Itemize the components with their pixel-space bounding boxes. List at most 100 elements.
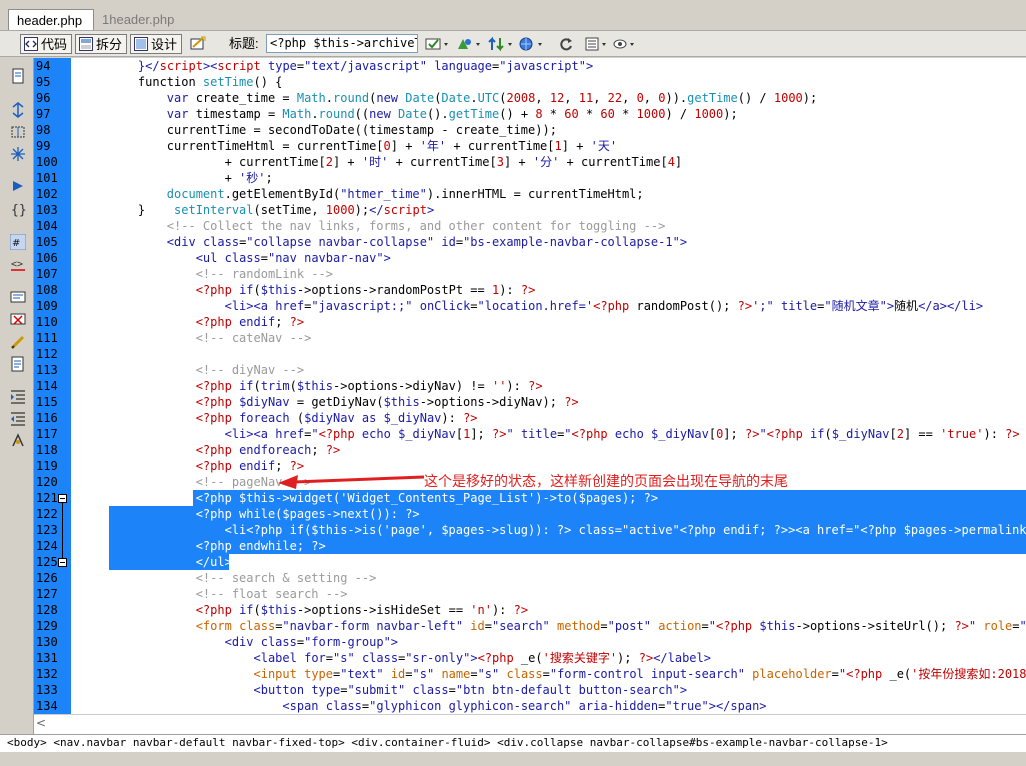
title-input[interactable]: <?php $this->archiveTitle [266, 34, 418, 53]
line-number: 129 [36, 619, 58, 633]
line-number: 134 [36, 699, 58, 713]
code-line: <li><a href="javascript:;" onClick="loca… [224, 299, 984, 313]
balance-braces-icon[interactable]: {} [10, 201, 26, 217]
live-view-icon[interactable] [189, 36, 207, 52]
file-transfer-icon[interactable] [488, 36, 516, 52]
line-number: 108 [36, 283, 58, 297]
preview-in-browser-icon[interactable] [518, 36, 546, 52]
expand-all-icon[interactable] [10, 146, 26, 162]
split-view-label: 拆分 [96, 37, 123, 52]
code-line: <!-- randomLink --> [195, 267, 333, 281]
code-line: <!-- float search --> [195, 587, 348, 601]
svg-text:{}: {} [11, 203, 26, 217]
code-line: var create_time = Math.round(new Date(Da… [166, 91, 818, 105]
line-number: 127 [36, 587, 58, 601]
line-number: 101 [36, 171, 58, 185]
code-line: <div class="form-group"> [224, 635, 399, 649]
code-line: <?php foreach ($diyNav as $_diyNav): ?> [195, 411, 478, 425]
code-line: + currentTime[2] + '时' + currentTime[3] … [109, 155, 683, 169]
split-view-button[interactable]: 拆分 [75, 34, 127, 54]
line-number: 95 [36, 75, 51, 89]
code-line: function setTime() { [109, 75, 283, 89]
tag-path[interactable]: <body> <nav.navbar navbar-default navbar… [7, 736, 888, 749]
line-number: 117 [36, 427, 58, 441]
code-line: <?php endforeach; ?> [195, 443, 341, 457]
tag-selector-bar[interactable]: <body> <nav.navbar navbar-default navbar… [0, 734, 1026, 752]
status-bar [0, 752, 1026, 766]
code-line-selected: <li<?php if($this->is('page', $pages->sl… [109, 523, 1026, 537]
line-number: 111 [36, 331, 58, 345]
collapse-selection-icon[interactable] [10, 124, 26, 140]
horizontal-scrollbar[interactable]: < [34, 714, 1026, 734]
view-options-icon[interactable] [584, 36, 610, 52]
refresh-icon[interactable] [557, 36, 575, 52]
scroll-left-icon[interactable]: < [36, 716, 46, 730]
code-line: var timestamp = Math.round((new Date().g… [166, 107, 738, 121]
line-number: 100 [36, 155, 58, 169]
line-number: 94 [36, 59, 51, 73]
code-line: document.getElementById("htmer_time").in… [166, 187, 644, 201]
code-view-label: 代码 [41, 37, 68, 52]
code-line: <?php if($this->options->randomPostPt ==… [195, 283, 536, 297]
validate-markup-icon[interactable] [424, 36, 452, 52]
format-source-code-icon[interactable] [10, 432, 26, 448]
line-number: 112 [36, 347, 58, 361]
fold-bracket-line [62, 503, 63, 563]
design-view-button[interactable]: 设计 [130, 34, 182, 54]
line-number: 130 [36, 635, 58, 649]
line-number: 126 [36, 571, 58, 585]
code-line: + '秒'; [109, 171, 273, 185]
remove-comment-icon[interactable] [10, 312, 26, 328]
line-number: 118 [36, 443, 58, 457]
code-line: <?php if($this->options->isHideSet == 'n… [195, 603, 529, 617]
document-toolbar: 代码 拆分 设计 标题: <?php $this->archiveTitle [0, 30, 1026, 57]
code-line-selected: <?php endwhile; ?> [109, 539, 326, 553]
line-numbers-icon[interactable]: # [10, 234, 26, 250]
line-number: 96 [36, 91, 51, 105]
fold-column [71, 58, 109, 714]
annotation-text: 这个是移好的状态，这样新创建的页面会出现在导航的末尾 [424, 474, 788, 490]
recent-snippets-icon[interactable] [10, 356, 26, 372]
visual-aids-icon[interactable] [612, 36, 638, 52]
open-documents-icon[interactable] [10, 68, 26, 84]
code-line: currentTimeHtml = currentTime[0] + '年' +… [109, 139, 618, 153]
fold-toggle-end[interactable] [58, 558, 67, 567]
line-number: 113 [36, 363, 58, 377]
line-number: 104 [36, 219, 58, 233]
fold-toggle-start[interactable] [58, 494, 67, 503]
code-editor[interactable]: 94 95 96 97 98 99 100 101 102 103 104 10… [34, 58, 1026, 714]
highlight-invalid-code-icon[interactable]: <> [10, 256, 26, 272]
code-text-area[interactable]: }</script><script type="text/javascript"… [109, 58, 1026, 714]
design-view-icon [134, 37, 148, 51]
code-line: <label for="s" class="sr-only"><?php _e(… [253, 651, 711, 665]
split-view-icon [79, 37, 93, 51]
collapse-full-tag-icon[interactable] [10, 102, 26, 118]
wrap-tag-icon[interactable] [10, 334, 26, 350]
apply-comment-icon[interactable] [10, 290, 26, 306]
indent-code-icon[interactable] [10, 388, 26, 404]
code-line: <div class="collapse navbar-collapse" id… [166, 235, 688, 249]
coding-toolbar: {} # <> [0, 58, 34, 734]
svg-text:#: # [12, 238, 20, 249]
line-number: 106 [36, 251, 58, 265]
code-line-selected: <?php $this->widget('Widget_Contents_Pag… [109, 491, 659, 505]
check-browser-compat-icon[interactable] [456, 36, 484, 52]
code-line: } setInterval(setTime, 1000);</script> [109, 203, 435, 217]
line-number: 128 [36, 603, 58, 617]
code-line: <!-- Collect the nav links, forms, and o… [166, 219, 666, 233]
line-number: 131 [36, 651, 58, 665]
line-number: 103 [36, 203, 58, 217]
svg-text:<>: <> [11, 259, 23, 270]
select-parent-tag-icon[interactable] [10, 178, 26, 194]
code-line: <?php if(trim($this->options->diyNav) !=… [195, 379, 543, 393]
tab-header-php[interactable]: header.php [8, 9, 94, 30]
design-view-label: 设计 [151, 37, 178, 52]
line-number: 122 [36, 507, 58, 521]
line-number: 98 [36, 123, 51, 137]
code-line: currentTime = secondToDate((timestamp - … [109, 123, 557, 137]
tab-1header-php[interactable]: 1header.php [94, 9, 182, 30]
code-line: <?php endif; ?> [195, 315, 305, 329]
outdent-code-icon[interactable] [10, 410, 26, 426]
line-number: 114 [36, 379, 58, 393]
code-view-button[interactable]: 代码 [20, 34, 72, 54]
